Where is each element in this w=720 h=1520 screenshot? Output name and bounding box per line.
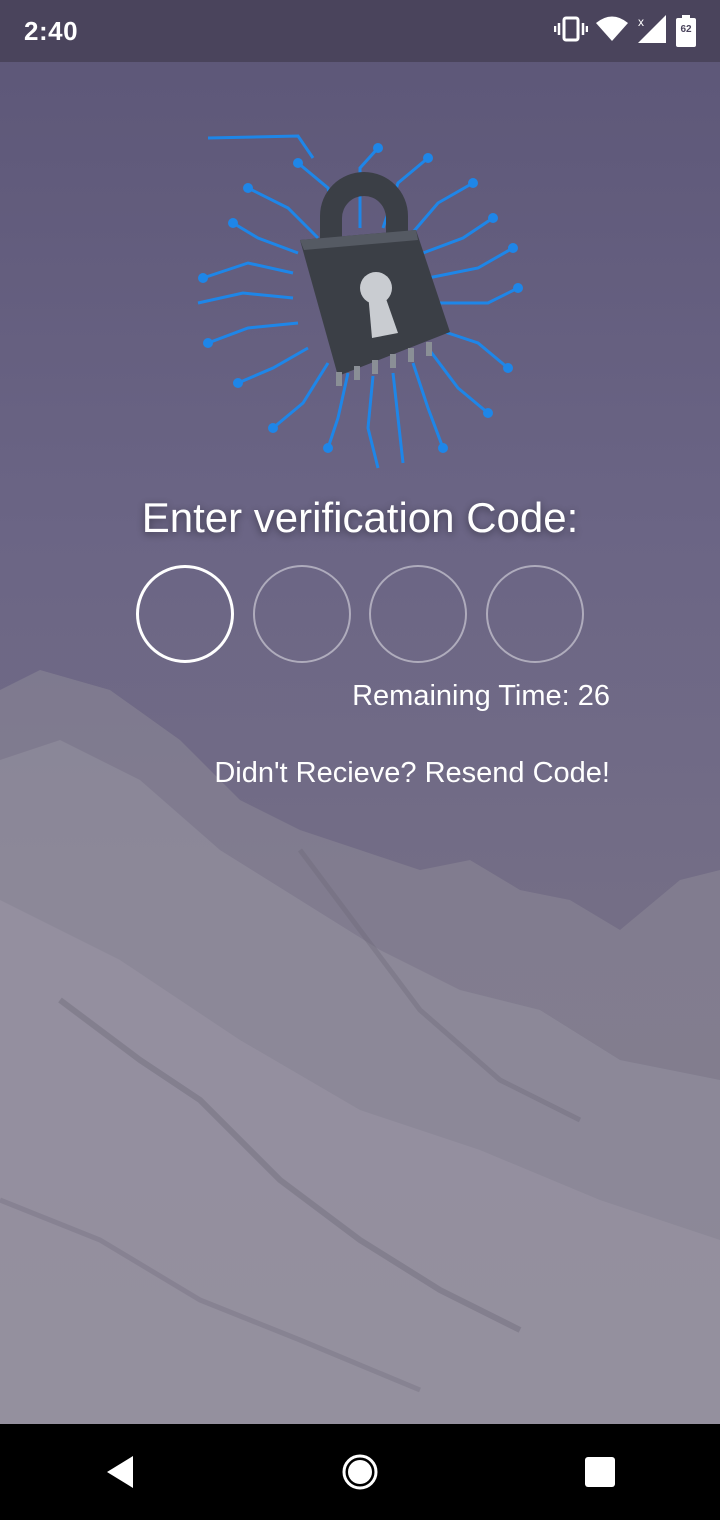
svg-text:x: x — [638, 15, 644, 29]
resend-code-link[interactable]: Didn't Recieve? Resend Code! — [214, 757, 610, 790]
page-title: Enter verification Code: — [141, 494, 579, 541]
lock-chip-icon — [188, 128, 532, 472]
status-icons: x 62 — [553, 14, 696, 49]
navigation-bar — [0, 1424, 720, 1520]
code-digit-4[interactable] — [485, 565, 584, 663]
vibrate-icon — [553, 15, 589, 48]
code-digit-3[interactable] — [369, 565, 468, 663]
code-digit-2[interactable] — [252, 565, 351, 663]
battery-icon: 62 — [676, 15, 696, 47]
home-icon[interactable] — [330, 1442, 390, 1502]
status-time: 2:40 — [24, 15, 79, 46]
back-icon[interactable] — [90, 1442, 150, 1502]
recents-icon[interactable] — [570, 1442, 630, 1502]
wifi-icon — [596, 16, 628, 47]
cell-signal-icon: x — [636, 14, 668, 49]
remaining-time-label: Remaining Time: 26 — [352, 680, 610, 712]
verification-code-input — [136, 565, 584, 667]
battery-level: 62 — [680, 24, 692, 35]
status-bar: 2:40 x 62 — [0, 0, 720, 62]
code-digit-1[interactable] — [136, 565, 234, 663]
